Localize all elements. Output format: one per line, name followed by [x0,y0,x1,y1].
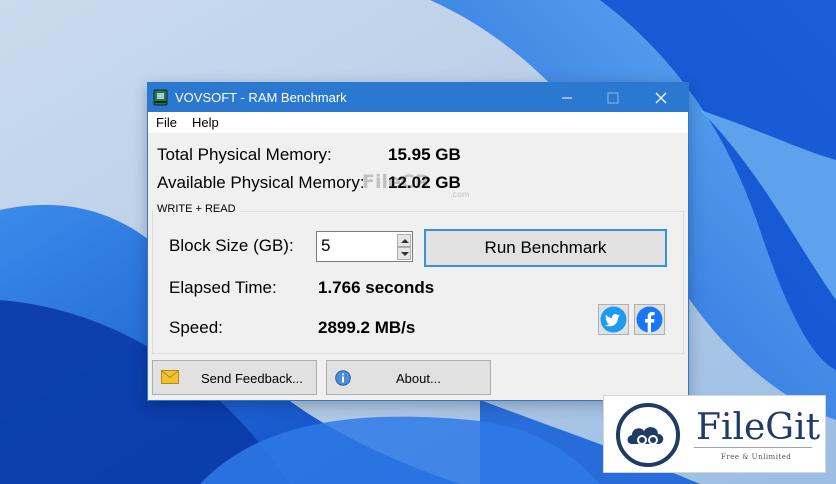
minimize-icon [562,97,572,99]
menu-file[interactable]: File [156,115,177,130]
ram-chip-icon [153,89,168,106]
stepper-down-button[interactable] [397,247,411,260]
send-feedback-button[interactable]: Send Feedback... [152,360,317,395]
total-memory-label: Total Physical Memory: [157,145,332,164]
envelope-icon [161,370,179,384]
maximize-button[interactable] [590,83,636,112]
filegit-tagline: Free & Unlimited [721,453,792,461]
twitter-button[interactable] [598,304,629,335]
speed-value: 2899.2 MB/s [318,318,416,337]
twitter-icon [600,306,627,333]
stepper-up-button[interactable] [397,234,411,247]
menu-bar: File Help [148,112,688,133]
filegit-divider [694,447,812,448]
info-icon [335,370,351,386]
chevron-up-icon [401,239,409,243]
filecr-watermark-text: FileCR [362,171,430,193]
block-size-stepper[interactable]: 5 [316,231,413,262]
group-label: WRITE + READ [153,203,240,215]
facebook-icon [636,306,663,333]
filegit-brand-name: FileGit [696,407,821,448]
about-button[interactable]: About... [326,360,491,395]
minimize-button[interactable] [544,83,590,112]
chevron-down-icon [401,252,409,256]
elapsed-time-value: 1.766 seconds [318,278,435,297]
filecr-watermark-domain: .com [450,190,470,199]
title-bar[interactable]: VOVSOFT - RAM Benchmark [148,83,688,112]
app-window: VOVSOFT - RAM Benchmark File Help Total … [147,82,689,401]
window-title: VOVSOFT - RAM Benchmark [175,90,347,105]
block-size-value[interactable]: 5 [321,236,330,256]
maximize-icon [607,92,619,104]
menu-help[interactable]: Help [192,115,219,130]
about-label: About... [396,371,441,386]
facebook-button[interactable] [634,304,665,335]
close-icon [655,92,667,104]
filegit-logo-icon [616,403,680,467]
available-memory-label: Available Physical Memory: [157,173,365,192]
filecr-watermark: FileCR .com [362,171,470,203]
send-feedback-label: Send Feedback... [201,371,303,386]
total-memory-value: 15.95 GB [388,145,461,164]
filegit-watermark: FileGit Free & Unlimited [603,395,826,473]
elapsed-time-label: Elapsed Time: [169,278,277,297]
close-button[interactable] [638,83,684,112]
run-benchmark-button[interactable]: Run Benchmark [424,229,667,267]
block-size-label: Block Size (GB): [169,236,294,255]
speed-label: Speed: [169,318,223,337]
